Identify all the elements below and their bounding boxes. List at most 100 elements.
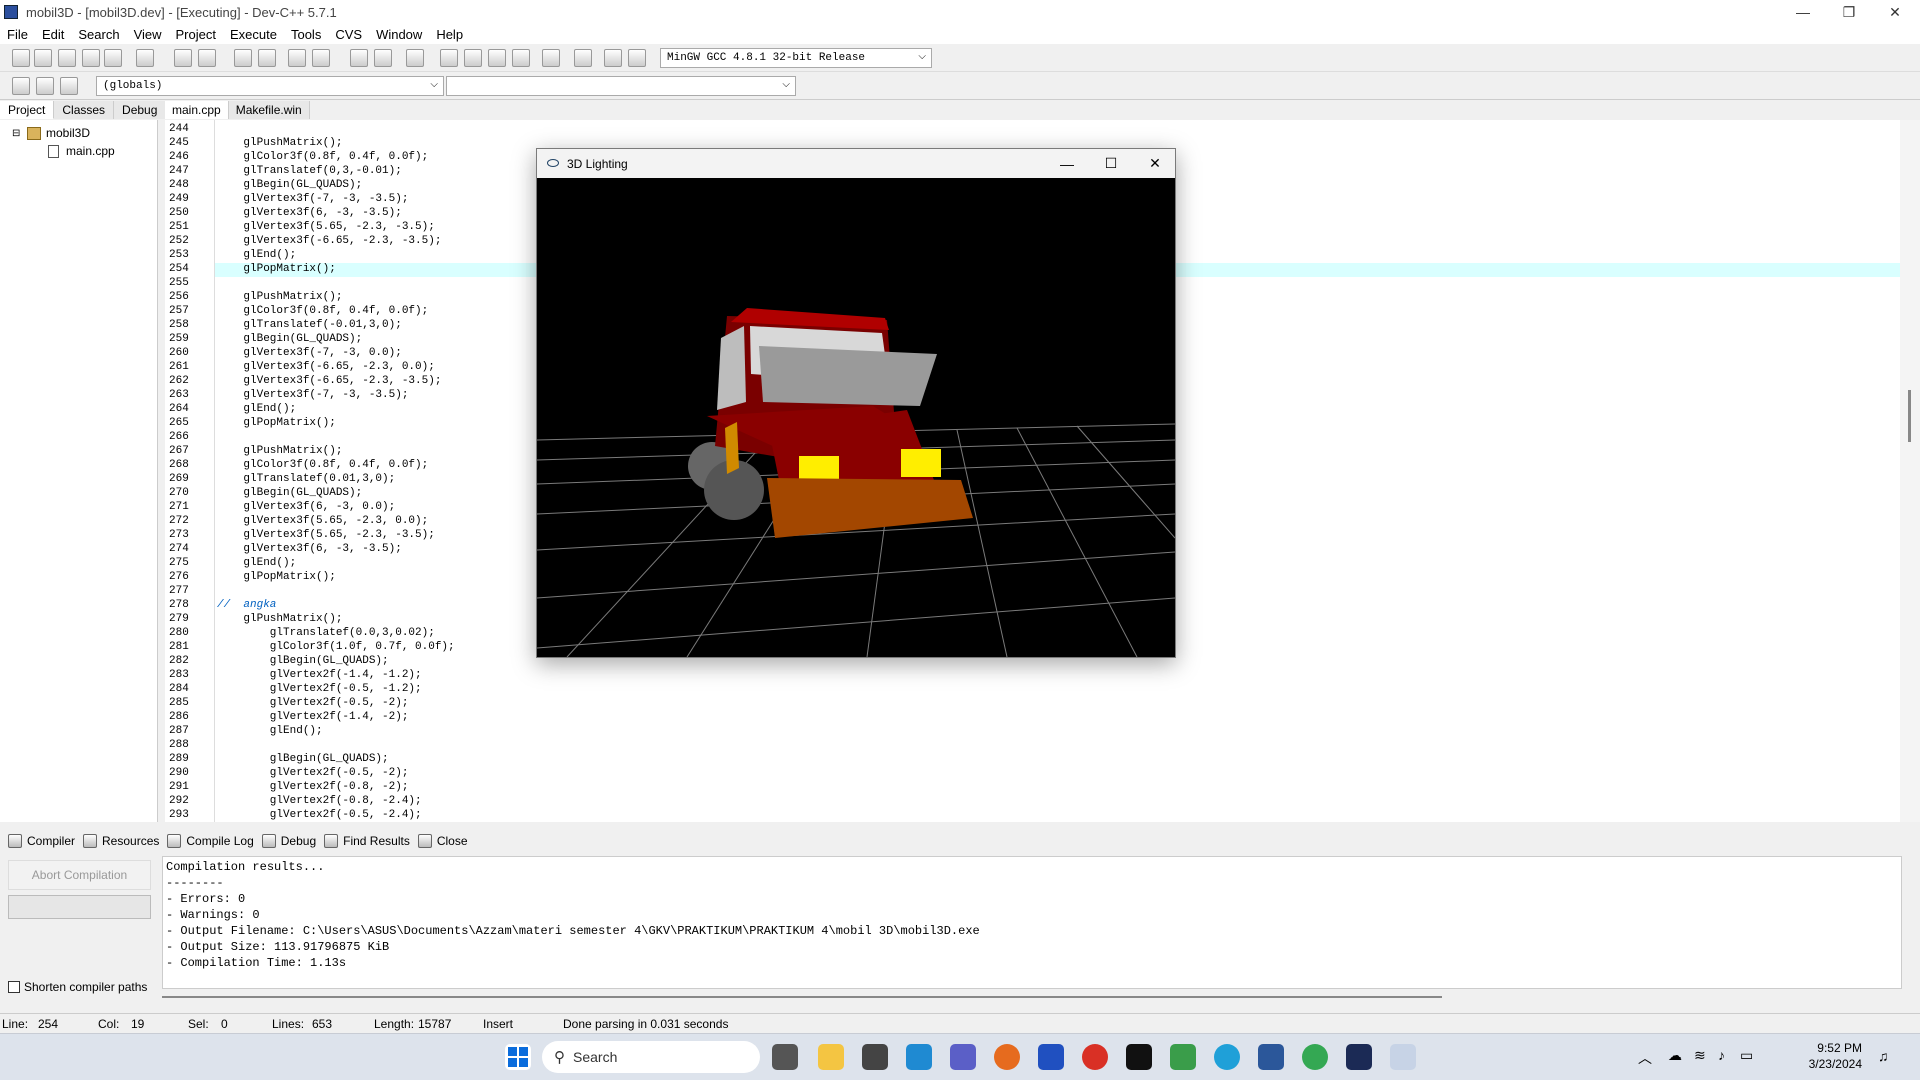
compile-log-output[interactable]: Compilation results... -------- - Errors… (162, 856, 1902, 989)
code-line[interactable]: glVertex2f(-0.5, -2.4); (217, 809, 422, 821)
tree-file-node[interactable]: main.cpp (66, 144, 115, 158)
class-icon[interactable] (488, 49, 506, 67)
start-button[interactable] (505, 1044, 531, 1070)
profile-icon[interactable] (628, 49, 646, 67)
code-line[interactable]: glColor3f(1.0f, 0.7f, 0.0f); (217, 641, 455, 653)
bookmark-icon[interactable] (406, 49, 424, 67)
chart-icon[interactable] (604, 49, 622, 67)
goto-back-icon[interactable] (374, 49, 392, 67)
code-line[interactable]: glVertex3f(5.65, -2.3, 0.0); (217, 515, 428, 527)
code-line[interactable]: glBegin(GL_QUADS); (217, 333, 362, 345)
code-line[interactable]: // angka (217, 599, 276, 611)
code-line[interactable]: glBegin(GL_QUADS); (217, 179, 362, 191)
unindent-icon[interactable] (312, 49, 330, 67)
code-line[interactable]: glTranslatef(0.01,3,0); (217, 473, 395, 485)
edge-icon[interactable] (1214, 1044, 1240, 1070)
task-view-icon[interactable] (772, 1044, 798, 1070)
tab-resources[interactable]: Resources (83, 834, 159, 848)
code-line[interactable]: glPushMatrix(); (217, 613, 342, 625)
replace-icon[interactable] (258, 49, 276, 67)
check-syntax-icon[interactable] (542, 49, 560, 67)
code-line[interactable]: glVertex3f(-6.65, -2.3, -3.5); (217, 235, 441, 247)
log-horizontal-scrollbar[interactable] (162, 993, 1902, 1001)
view-icon[interactable] (464, 49, 482, 67)
gl-minimize-button[interactable]: — (1045, 149, 1089, 178)
tab-debug[interactable]: Debug (114, 101, 167, 119)
code-line[interactable]: glVertex3f(6, -3, -3.5); (217, 207, 401, 219)
compiler-select[interactable]: MinGW GCC 4.8.1 32-bit Release ⌵ (660, 48, 932, 68)
code-line[interactable]: glTranslatef(0.0,3,0.02); (217, 627, 435, 639)
tab-makefile[interactable]: Makefile.win (228, 101, 310, 119)
code-line[interactable]: glVertex3f(-6.65, -2.3, 0.0); (217, 361, 434, 373)
goto-bookmark-icon[interactable] (60, 77, 78, 95)
code-line[interactable]: glVertex3f(5.65, -2.3, -3.5); (217, 529, 434, 541)
code-line[interactable]: glVertex3f(-7, -3, 0.0); (217, 347, 401, 359)
redo-icon[interactable] (198, 49, 216, 67)
scrollbar-thumb[interactable] (162, 996, 1442, 998)
code-line[interactable]: glEnd(); (217, 725, 323, 737)
undo-icon[interactable] (174, 49, 192, 67)
scope-select[interactable]: (globals) ⌵ (96, 76, 444, 96)
code-line[interactable]: glPopMatrix(); (217, 571, 335, 583)
menu-cvs[interactable]: CVS (328, 27, 369, 42)
function-select[interactable]: ⌵ (446, 76, 796, 96)
code-line[interactable]: glColor3f(0.8f, 0.4f, 0.0f); (217, 151, 428, 163)
chrome-profile-icon[interactable] (1302, 1044, 1328, 1070)
gl-window[interactable]: 3D Lighting — ☐ ✕ (536, 148, 1176, 658)
code-line[interactable]: glVertex2f(-1.4, -2); (217, 711, 409, 723)
new-file-icon[interactable] (12, 49, 30, 67)
menu-tools[interactable]: Tools (284, 27, 328, 42)
shorten-paths-checkbox[interactable] (8, 981, 20, 993)
tree-project-node[interactable]: mobil3D (46, 126, 90, 140)
vscode-icon[interactable] (906, 1044, 932, 1070)
gl-maximize-button[interactable]: ☐ (1089, 149, 1133, 178)
code-line[interactable]: glPushMatrix(); (217, 445, 342, 457)
code-line[interactable]: glVertex2f(-0.5, -2); (217, 697, 409, 709)
terminal-app-icon[interactable] (1126, 1044, 1152, 1070)
firefox-icon[interactable] (994, 1044, 1020, 1070)
battery-icon[interactable]: ▭ (1740, 1047, 1753, 1064)
new-project-icon[interactable] (440, 49, 458, 67)
code-line[interactable]: glTranslatef(-0.01,3,0); (217, 319, 401, 331)
save-all-icon[interactable] (82, 49, 100, 67)
menu-help[interactable]: Help (429, 27, 470, 42)
editor-vertical-scrollbar[interactable] (1900, 120, 1920, 822)
unity-icon[interactable] (862, 1044, 888, 1070)
scrollbar-thumb[interactable] (1908, 390, 1911, 442)
gl-window-title-bar[interactable]: 3D Lighting — ☐ ✕ (537, 149, 1175, 178)
tab-debug-output[interactable]: Debug (261, 834, 316, 848)
indent-icon[interactable] (288, 49, 306, 67)
code-line[interactable]: glVertex3f(-7, -3, -3.5); (217, 193, 408, 205)
code-line[interactable]: glColor3f(0.8f, 0.4f, 0.0f); (217, 305, 428, 317)
grid-icon[interactable] (512, 49, 530, 67)
close-button[interactable]: ✕ (1872, 0, 1918, 24)
code-line[interactable]: glColor3f(0.8f, 0.4f, 0.0f); (217, 459, 428, 471)
stop-execution-icon[interactable] (574, 49, 592, 67)
tab-compiler[interactable]: Compiler (8, 834, 75, 848)
shorten-paths-option[interactable]: Shorten compiler paths (8, 980, 147, 994)
print-icon[interactable] (136, 49, 154, 67)
menu-view[interactable]: View (127, 27, 169, 42)
code-line[interactable]: glPopMatrix(); (217, 263, 335, 275)
taskbar-clock[interactable]: 9:52 PM 3/23/2024 (1780, 1040, 1862, 1072)
drawing-app-icon[interactable] (1038, 1044, 1064, 1070)
abort-compilation-button[interactable]: Abort Compilation (8, 860, 151, 890)
menu-execute[interactable]: Execute (223, 27, 284, 42)
tab-main-cpp[interactable]: main.cpp (165, 101, 229, 119)
code-line[interactable]: glEnd(); (217, 557, 296, 569)
menu-edit[interactable]: Edit (35, 27, 71, 42)
goto-icon[interactable] (350, 49, 368, 67)
code-line[interactable]: glBegin(GL_QUADS); (217, 753, 389, 765)
notification-bell-icon[interactable]: ♫ (1878, 1048, 1889, 1064)
tab-close[interactable]: Close (417, 834, 468, 848)
maximize-button[interactable]: ❐ (1826, 0, 1872, 24)
code-line[interactable]: glBegin(GL_QUADS); (217, 487, 362, 499)
code-line[interactable]: glVertex2f(-0.5, -2); (217, 767, 409, 779)
code-line[interactable]: glTranslatef(0,3,-0.01); (217, 165, 401, 177)
spreadsheet-app-icon[interactable] (1170, 1044, 1196, 1070)
code-line[interactable]: glPushMatrix(); (217, 291, 342, 303)
code-line[interactable]: glVertex2f(-0.8, -2.4); (217, 795, 422, 807)
file-explorer-icon[interactable] (818, 1044, 844, 1070)
insert-icon[interactable] (12, 77, 30, 95)
gl-close-button[interactable]: ✕ (1133, 149, 1177, 178)
